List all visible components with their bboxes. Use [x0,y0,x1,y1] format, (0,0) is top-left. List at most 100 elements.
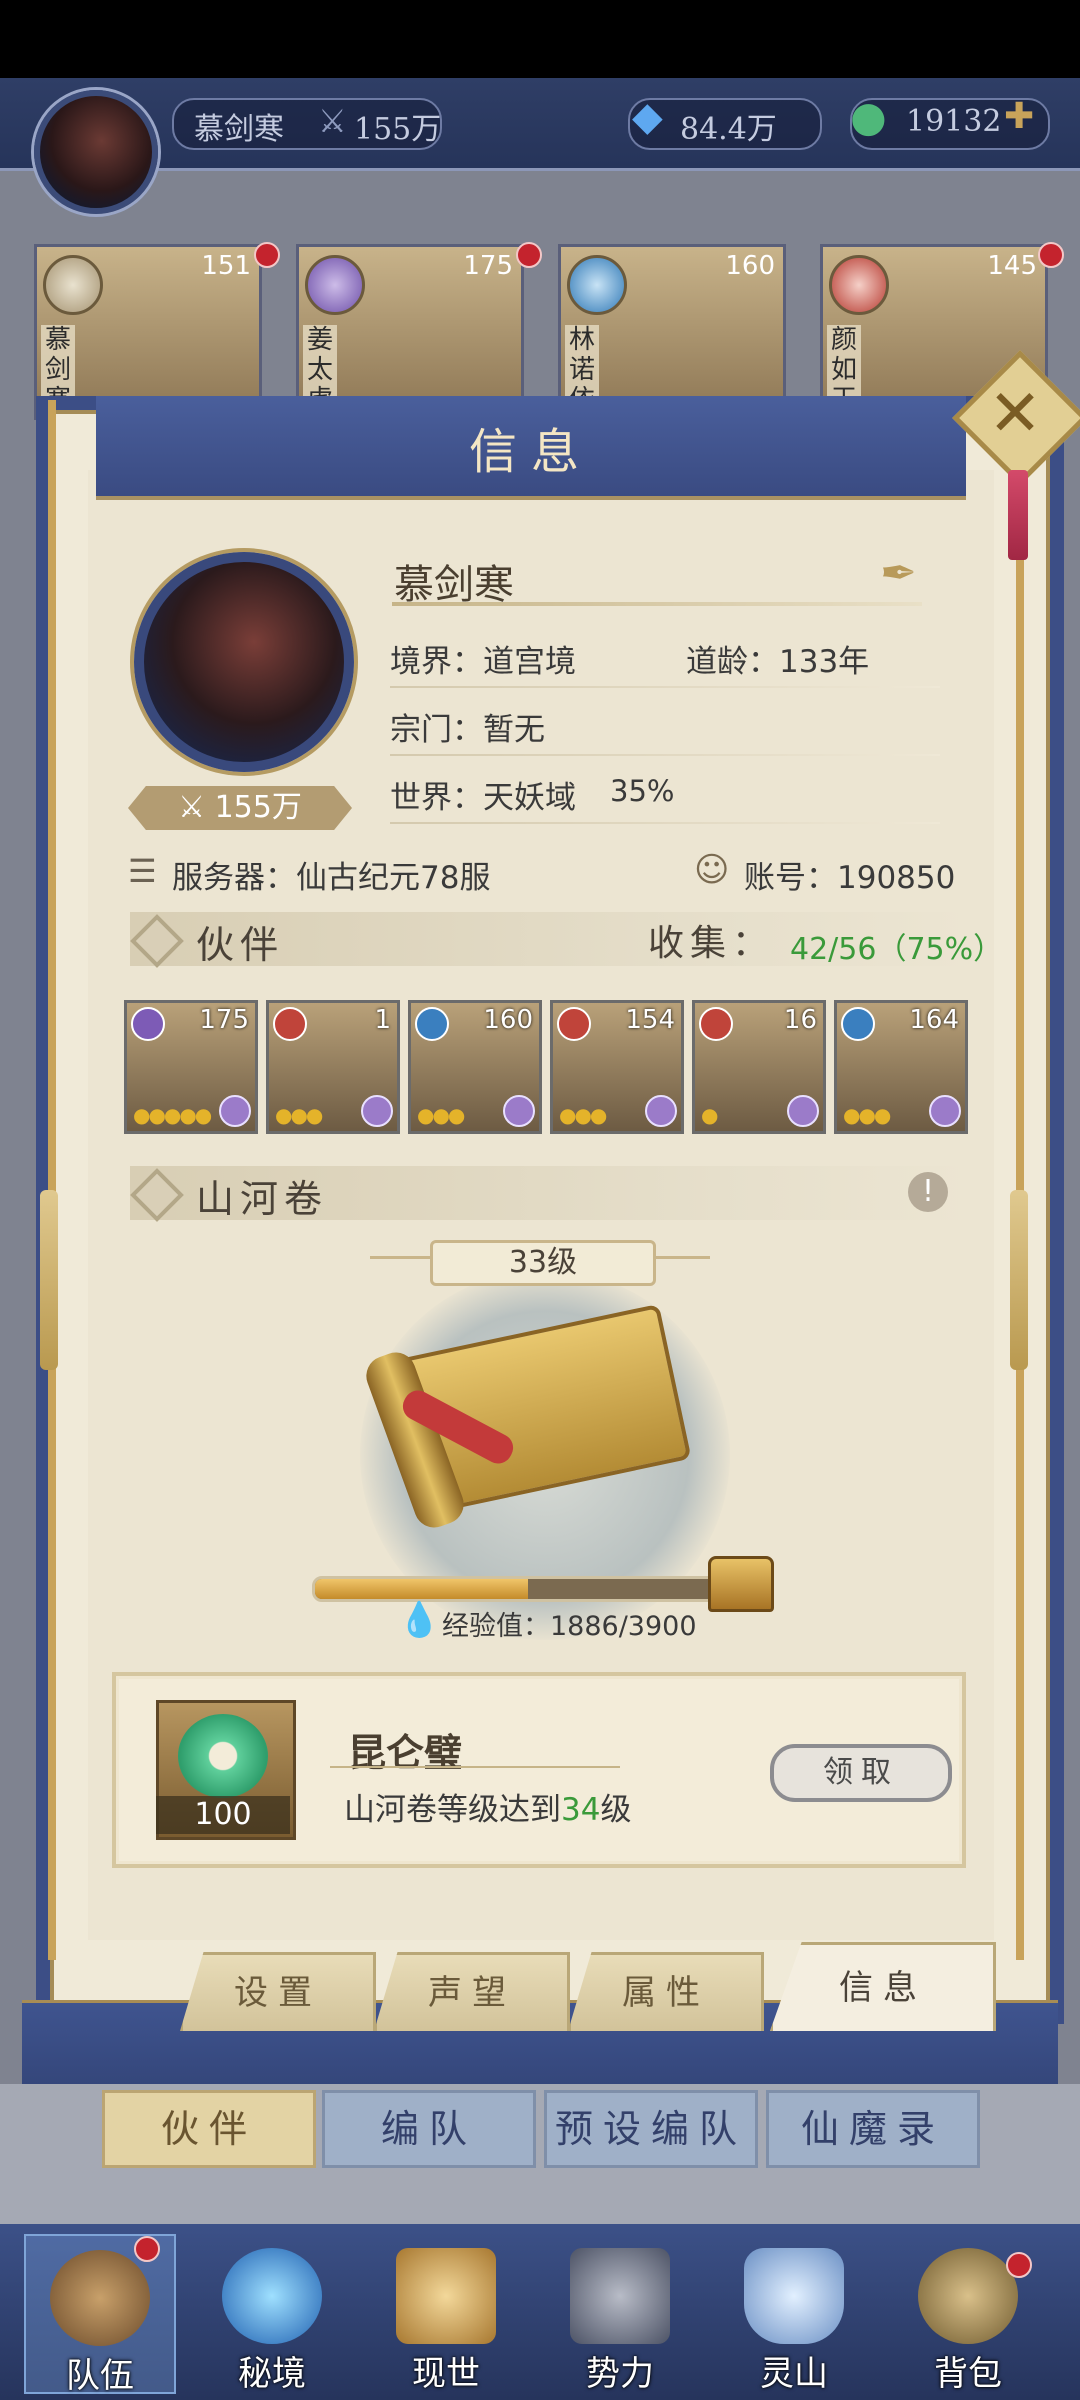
xp-label: 经验值：1886/3900 [442,1611,697,1642]
rank-badge-icon [929,1095,961,1127]
hero-card[interactable]: 151 慕剑寒 [34,244,262,420]
element-icon [557,1007,591,1041]
info-icon[interactable]: ! [908,1172,948,1212]
mountain-icon [744,2248,844,2344]
tab-reputation[interactable]: 声望 [374,1952,570,2031]
power-icon: ⚔ [178,790,215,825]
notification-dot [516,242,542,268]
partner-card[interactable]: 160 ●●● [408,1000,542,1134]
notification-dot [134,2236,160,2262]
add-jade-icon[interactable]: ✚ [1004,96,1044,140]
name-underline [392,602,922,606]
hero-card[interactable]: 160 林诺依 [558,244,786,420]
account-icon: ☺ [694,850,730,890]
tassel-left [40,1190,58,1370]
server-label: 服务器：仙古纪元78服 [172,860,491,896]
element-icon [841,1007,875,1041]
star-rating: ●●● [559,1103,607,1127]
portal-icon [222,2248,322,2344]
close-icon[interactable]: ✕ [974,376,1056,452]
account-label: 账号：190850 [744,860,956,896]
partner-level: 154 [625,1005,675,1035]
element-icon [43,255,103,315]
tab-attributes[interactable]: 属性 [568,1952,764,2031]
tassel-right [1010,1190,1028,1370]
tab-settings[interactable]: 设置 [180,1952,376,2031]
brush-icon: ✒ [880,548,917,599]
reward-desc-prefix: 山河卷等级达到 [344,1792,561,1828]
subtab-immortal-record[interactable]: 仙魔录 [766,2090,980,2168]
rank-badge-icon [503,1095,535,1127]
rank-badge-icon [787,1095,819,1127]
star-rating: ●●● [417,1103,465,1127]
partner-level: 16 [783,1005,817,1035]
hero-level: 151 [201,251,251,281]
nav-secret-realm[interactable]: 秘境 [198,2234,346,2394]
element-icon [567,255,627,315]
xp-bar [312,1576,758,1602]
element-icon [273,1007,307,1041]
partner-level: 175 [199,1005,249,1035]
scroll-title: 山河卷 [196,1177,329,1221]
star-rating: ●●● [843,1103,891,1127]
nav-faction[interactable]: 势力 [546,2234,694,2394]
jade-icon: ● [850,92,887,141]
partner-card[interactable]: 1 ●●● [266,1000,400,1134]
partner-level: 160 [483,1005,533,1035]
treasure-chest-icon[interactable] [708,1556,774,1612]
notification-dot [254,242,280,268]
partners-title: 伙伴 [196,923,285,967]
nav-spirit-mountain[interactable]: 灵山 [720,2234,868,2394]
collect-value: 42/56（75%） [790,932,1004,967]
subtab-formation[interactable]: 编队 [322,2090,536,2168]
world-progress: 35% [610,774,675,808]
partner-card[interactable]: 154 ●●● [550,1000,684,1134]
xp-icon: 💧 [398,1600,441,1640]
nav-present-world-label: 现世 [412,2354,480,2394]
tab-info[interactable]: 信息 [770,1942,996,2031]
hud-player-name: 慕剑寒 [194,112,284,147]
hero-level: 175 [463,251,513,281]
partner-card[interactable]: 175 ●●●●● [124,1000,258,1134]
subtab-preset-formation[interactable]: 预设编队 [544,2090,758,2168]
status-bar [0,0,1080,78]
reward-desc-level: 34 [561,1792,601,1828]
dialog-title: 信息 [468,424,593,480]
partner-card[interactable]: 164 ●●● [834,1000,968,1134]
hud-power: 155万 [354,112,442,147]
reward-desc-suffix: 级 [600,1792,632,1828]
hero-card[interactable]: 175 姜太虚 [296,244,524,420]
profile-power: ⚔ 155万 [128,786,352,830]
profile-avatar [134,552,354,772]
divider [390,686,940,688]
subtab-partners[interactable]: 伙伴 [102,2090,316,2168]
profile-power-value: 155万 [214,790,302,825]
nav-present-world[interactable]: 现世 [372,2234,520,2394]
server-icon: ☰ [128,852,157,890]
element-icon [131,1007,165,1041]
claim-button[interactable]: 领取 [770,1744,952,1802]
nav-faction-label: 势力 [586,2354,654,2394]
player-avatar[interactable] [34,90,158,214]
nav-spirit-mountain-label: 灵山 [760,2354,828,2394]
divider [390,822,940,824]
world-label: 世界：天妖域 [390,780,576,816]
partner-card[interactable]: 16 ● [692,1000,826,1134]
rank-badge-icon [219,1095,251,1127]
left-gold-rail [48,400,56,1960]
xp-fill [315,1579,528,1599]
reward-underline [330,1766,620,1768]
star-rating: ●●● [275,1103,323,1127]
map-scroll-icon [396,2248,496,2344]
backpack-icon [918,2248,1018,2344]
partner-level: 1 [374,1005,391,1035]
star-rating: ● [701,1103,719,1127]
scroll-level: 33级 [430,1240,656,1286]
realm-label: 境界：道宫境 [390,644,576,680]
reward-name: 昆仑璧 [348,1730,463,1775]
collect-label: 收集： [648,923,775,964]
sect-label: 宗门：暂无 [390,712,545,748]
spirit-stone-icon: ◆ [632,94,663,140]
rank-badge-icon [361,1095,393,1127]
hud-jade: 19132 [906,104,1002,139]
